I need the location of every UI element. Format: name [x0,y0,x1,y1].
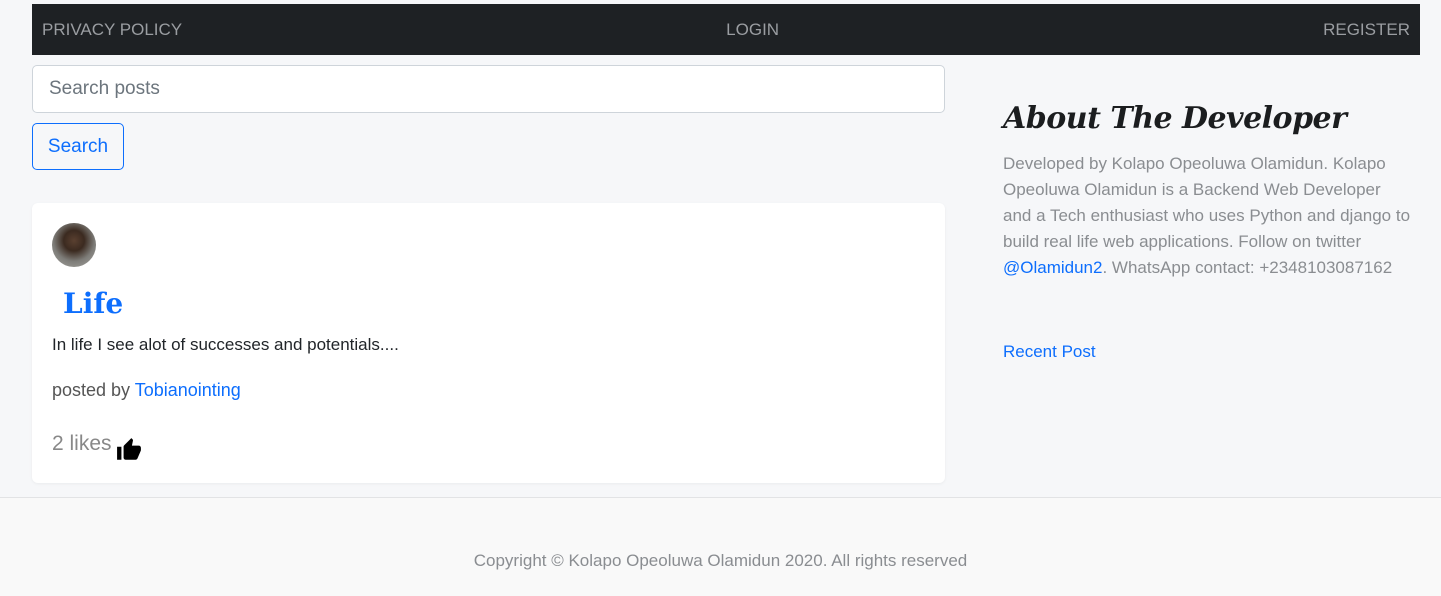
top-navbar: PRIVACY POLICY LOGIN REGISTER [32,4,1420,55]
footer: Copyright © Kolapo Opeoluwa Olamidun 202… [0,497,1441,596]
author-link[interactable]: Tobianointing [135,380,241,400]
nav-login[interactable]: LOGIN [726,20,779,40]
post-excerpt: In life I see alot of successes and pote… [52,335,399,354]
likes-count: 2 likes [52,432,112,455]
search-input[interactable] [32,65,945,113]
whatsapp-contact: . WhatsApp contact: +2348103087162 [1102,258,1393,277]
about-description: Developed by Kolapo Opeoluwa Olamidun. K… [1003,154,1411,251]
twitter-link[interactable]: @Olamidun2 [1003,258,1102,277]
thumbs-up-icon[interactable] [116,437,142,463]
copyright-text: Copyright © Kolapo Opeoluwa Olamidun 202… [473,551,968,570]
about-developer-text: Developed by Kolapo Opeoluwa Olamidun. K… [1003,151,1413,281]
nav-privacy-policy[interactable]: PRIVACY POLICY [42,20,182,40]
search-button[interactable]: Search [32,123,124,170]
post-card: Life In life I see alot of successes and… [32,203,945,483]
about-developer-heading: About The Developer [1003,101,1347,136]
post-author-line: posted by Tobianointing [52,380,241,401]
nav-register[interactable]: REGISTER [1323,20,1410,40]
author-avatar [52,223,96,267]
posted-by-label: posted by [52,380,135,400]
post-title-link[interactable]: Life [63,287,123,320]
recent-post-link[interactable]: Recent Post [1003,342,1096,362]
